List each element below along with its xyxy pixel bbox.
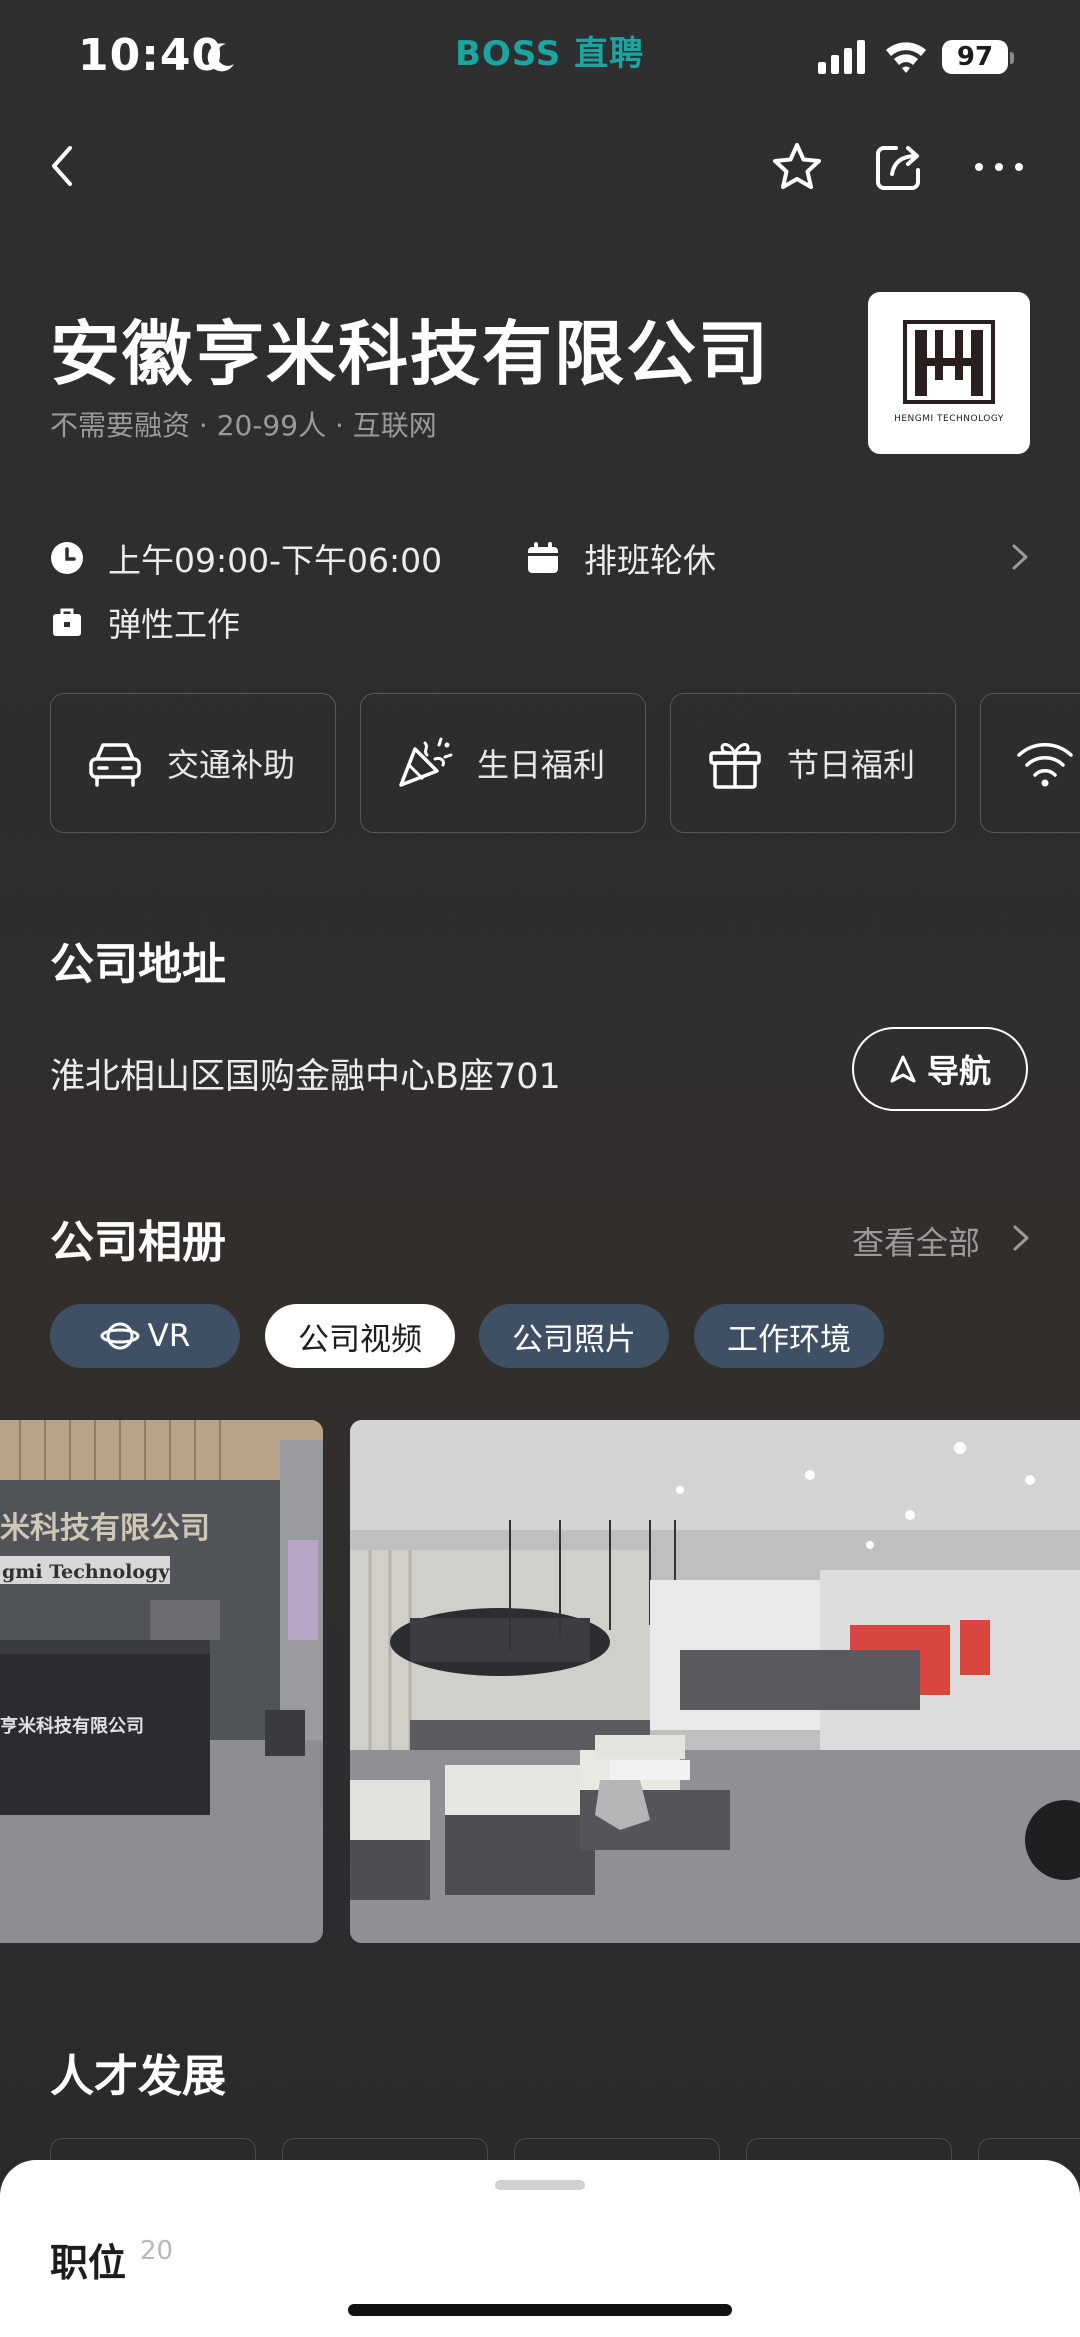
flex-work-text: 弹性工作	[108, 605, 240, 644]
chevron-right-icon[interactable]	[1008, 540, 1032, 574]
moon-icon	[207, 43, 234, 72]
wifi-icon	[1017, 742, 1073, 787]
benefit-label: 交通补助	[167, 746, 296, 784]
jobs-title: 职位	[50, 2241, 127, 2285]
party-icon	[399, 737, 453, 787]
battery-tip	[1010, 52, 1014, 64]
logo-mark	[903, 320, 995, 404]
work-hours-row: 上午09:00-下午06:00	[50, 534, 442, 582]
album-tab-label: 工作环境	[727, 1321, 851, 1358]
reception-photo: 米科技有限公司 gmi Technology 亨米科技有限公司	[0, 1420, 323, 1943]
schedule-text: 排班轮休	[584, 541, 716, 580]
address-section-title: 公司地址	[50, 939, 226, 990]
benefit-card[interactable]: 生日福利	[360, 693, 646, 833]
flex-work-row: 弹性工作	[50, 598, 240, 646]
benefit-label: 节日福利	[787, 746, 916, 784]
jobs-count: 20	[140, 2236, 174, 2266]
company-address: 淮北相山区国购金融中心B座701	[50, 1057, 561, 1097]
photo-sign-text: 米科技有限公司	[0, 1511, 210, 1546]
benefit-card[interactable]: 交通补助	[50, 693, 336, 833]
briefcase-icon	[53, 608, 81, 636]
company-meta: 不需要融资 · 20-99人 · 互联网	[50, 409, 437, 442]
album-tab-label: 公司照片	[512, 1321, 636, 1358]
album-section-title: 公司相册	[50, 1217, 226, 1268]
home-indicator[interactable]	[348, 2304, 732, 2316]
navigate-button[interactable]: 导航	[852, 1027, 1028, 1111]
back-icon[interactable]	[42, 140, 82, 192]
schedule-row[interactable]: 排班轮休	[526, 534, 716, 582]
photo-desk-text: 亨米科技有限公司	[0, 1715, 144, 1737]
company-name: 安徽亨米科技有限公司	[50, 313, 770, 395]
vr-icon	[100, 1322, 140, 1350]
lounge-photo	[350, 1420, 1080, 1943]
app-brand: BOSS 直聘	[455, 34, 645, 74]
chevron-right-icon[interactable]	[1010, 1220, 1032, 1256]
album-tab-label: VR	[147, 1318, 191, 1354]
album-photo-lounge[interactable]	[350, 1420, 1080, 1943]
wifi-status-icon	[886, 42, 926, 73]
album-tab-label: 公司视频	[298, 1321, 422, 1358]
view-all-link[interactable]: 查看全部	[852, 1218, 980, 1264]
album-tab-photos[interactable]: 公司照片	[479, 1304, 669, 1368]
gift-icon	[709, 743, 761, 789]
status-time: 10:40	[78, 30, 224, 81]
album-tab-environment[interactable]: 工作环境	[694, 1304, 884, 1368]
car-icon	[89, 743, 141, 787]
work-hours: 上午09:00-下午06:00	[108, 541, 443, 580]
talent-section-title: 人才发展	[50, 2051, 226, 2102]
album-tab-video[interactable]: 公司视频	[265, 1304, 455, 1368]
star-icon[interactable]	[770, 140, 824, 194]
calendar-icon	[528, 542, 558, 573]
sheet-drag-handle[interactable]	[495, 2180, 585, 2190]
clock-icon	[51, 542, 83, 574]
album-tab-vr[interactable]: VR	[50, 1304, 240, 1368]
share-icon[interactable]	[872, 140, 926, 194]
album-photo-reception[interactable]: 米科技有限公司 gmi Technology 亨米科技有限公司	[0, 1420, 323, 1943]
battery-indicator: 97	[942, 40, 1008, 74]
benefit-card[interactable]: 节日福利	[670, 693, 956, 833]
navigate-label: 导航	[926, 1052, 991, 1090]
navigation-icon	[890, 1055, 916, 1083]
more-icon[interactable]	[972, 150, 1026, 184]
company-logo: HENGMI TECHNOLOGY	[868, 292, 1030, 454]
signal-icon	[818, 40, 865, 74]
benefit-card[interactable]	[980, 693, 1080, 833]
benefit-label: 生日福利	[477, 746, 606, 784]
logo-text: HENGMI TECHNOLOGY	[894, 414, 1004, 424]
photo-sign-text-en: gmi Technology	[2, 1561, 170, 1583]
